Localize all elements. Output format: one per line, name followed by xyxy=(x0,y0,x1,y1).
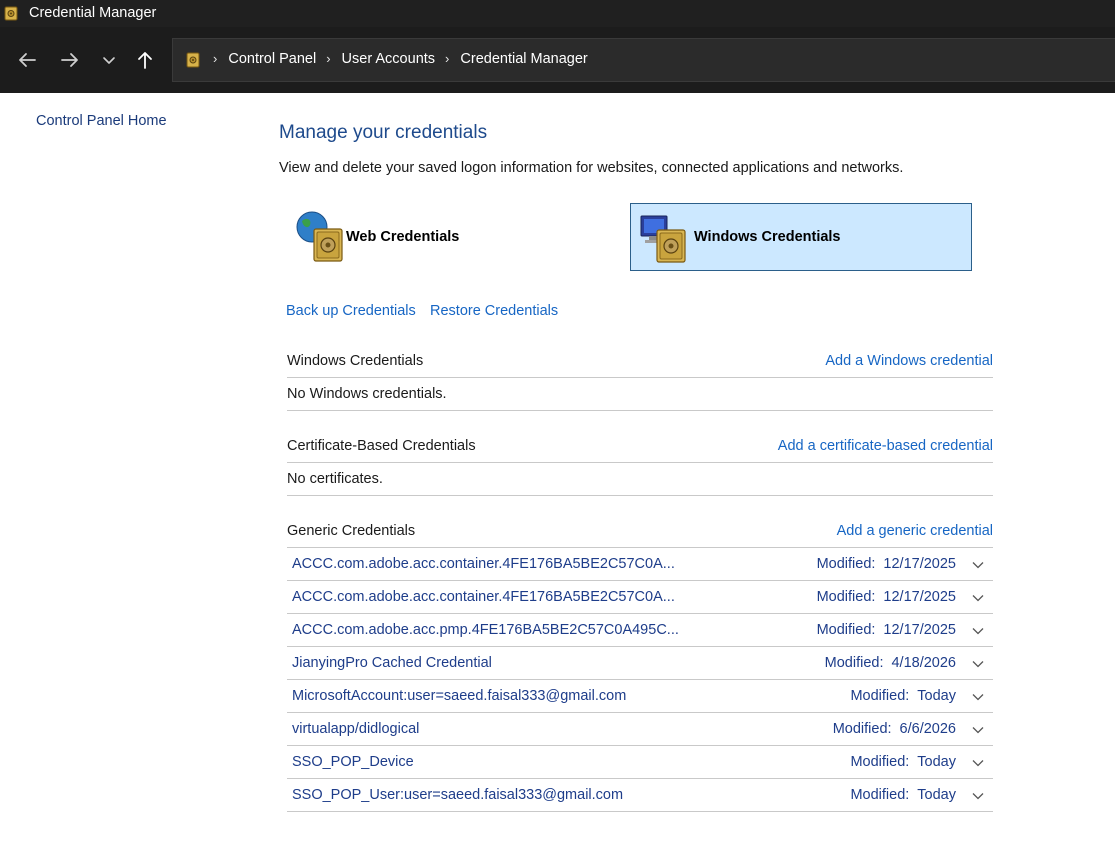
credential-name: ACCC.com.adobe.acc.container.4FE176BA5BE… xyxy=(292,556,675,572)
arrow-up-icon xyxy=(138,52,152,69)
divider xyxy=(287,462,993,463)
chevron-right-icon[interactable]: › xyxy=(445,51,449,66)
divider xyxy=(287,377,993,378)
modified-date: 12/17/2025 xyxy=(883,622,956,638)
credential-modified: Modified: 6/6/2026 xyxy=(833,721,956,737)
credential-row[interactable]: ACCC.com.adobe.acc.pmp.4FE176BA5BE2C57C0… xyxy=(287,614,993,647)
modified-label: Modified: xyxy=(816,556,876,572)
chevron-right-icon[interactable]: › xyxy=(213,51,217,66)
credential-name: ACCC.com.adobe.acc.container.4FE176BA5BE… xyxy=(292,589,675,605)
credential-name: virtualapp/didlogical xyxy=(292,721,420,737)
modified-date: 6/6/2026 xyxy=(899,721,956,737)
chevron-down-icon[interactable] xyxy=(971,756,985,770)
breadcrumb-credential-manager[interactable]: Credential Manager xyxy=(460,51,587,67)
modified-date: Today xyxy=(917,754,956,770)
credential-row[interactable]: SSO_POP_User:user=saeed.faisal333@gmail.… xyxy=(287,779,993,812)
tab-web-credentials[interactable]: Web Credentials xyxy=(288,203,628,269)
modified-date: Today xyxy=(917,688,956,704)
monitor-vault-icon xyxy=(640,215,686,263)
navigation-bar: › Control Panel › User Accounts › Credential … xyxy=(0,27,1115,93)
certificate-credentials-section-header: Certificate-Based Credentials Add a cert… xyxy=(287,438,993,462)
back-up-credentials-link[interactable]: Back up Credentials xyxy=(286,303,416,319)
divider xyxy=(287,410,993,411)
chevron-down-icon xyxy=(103,57,115,64)
up-button[interactable] xyxy=(132,47,158,73)
modified-label: Modified: xyxy=(816,589,876,605)
divider xyxy=(287,495,993,496)
chevron-down-icon[interactable] xyxy=(971,624,985,638)
window-title: Credential Manager xyxy=(29,5,157,21)
windows-credentials-empty-text: No Windows credentials. xyxy=(287,386,447,402)
credential-modified: Modified: 4/18/2026 xyxy=(825,655,956,671)
chevron-down-icon[interactable] xyxy=(971,690,985,704)
modified-label: Modified: xyxy=(850,754,910,770)
section-heading: Windows Credentials xyxy=(287,353,424,369)
arrow-right-icon xyxy=(61,53,78,67)
address-bar[interactable]: › Control Panel › User Accounts › Credential … xyxy=(172,38,1115,82)
modified-date: 12/17/2025 xyxy=(883,589,956,605)
globe-vault-icon xyxy=(296,211,343,262)
credential-name: SSO_POP_Device xyxy=(292,754,414,770)
page-title: Manage your credentials xyxy=(279,122,488,143)
chevron-down-icon[interactable] xyxy=(971,558,985,572)
credential-modified: Modified: 12/17/2025 xyxy=(817,622,956,638)
breadcrumb-control-panel[interactable]: Control Panel xyxy=(228,51,316,67)
section-heading: Certificate-Based Credentials xyxy=(287,438,476,454)
credential-name: MicrosoftAccount:user=saeed.faisal333@gm… xyxy=(292,688,627,704)
add-certificate-credential-link[interactable]: Add a certificate-based credential xyxy=(778,438,993,454)
chevron-down-icon[interactable] xyxy=(971,591,985,605)
title-bar: Credential Manager xyxy=(0,0,1115,27)
credential-row[interactable]: virtualapp/didlogical Modified: 6/6/2026 xyxy=(287,713,993,746)
credential-manager-icon xyxy=(4,6,18,21)
credential-name: JianyingPro Cached Credential xyxy=(292,655,492,671)
section-heading: Generic Credentials xyxy=(287,523,416,539)
windows-credentials-section-header: Windows Credentials Add a Windows creden… xyxy=(287,353,993,377)
control-panel-home-link[interactable]: Control Panel Home xyxy=(36,113,167,129)
credential-modified: Modified: Today xyxy=(850,787,956,803)
credential-row[interactable]: JianyingPro Cached Credential Modified: 4… xyxy=(287,647,993,680)
credential-modified: Modified: 12/17/2025 xyxy=(817,556,956,572)
breadcrumb-user-accounts[interactable]: User Accounts xyxy=(342,51,436,67)
page-description: View and delete your saved logon informa… xyxy=(279,160,904,176)
generic-credentials-section-header: Generic Credentials Add a generic creden… xyxy=(287,523,993,547)
credential-row[interactable]: SSO_POP_Device Modified: Today xyxy=(287,746,993,779)
add-windows-credential-link[interactable]: Add a Windows credential xyxy=(825,353,993,369)
credential-name: SSO_POP_User:user=saeed.faisal333@gmail.… xyxy=(292,787,624,803)
credential-row[interactable]: ACCC.com.adobe.acc.container.4FE176BA5BE… xyxy=(287,581,993,614)
breadcrumb: › Control Panel › User Accounts › Credential … xyxy=(213,51,598,67)
arrow-left-icon xyxy=(19,53,36,67)
restore-credentials-link[interactable]: Restore Credentials xyxy=(430,303,558,319)
recent-locations-button[interactable] xyxy=(96,47,122,73)
tab-label: Windows Credentials xyxy=(694,229,841,245)
credential-modified: Modified: Today xyxy=(850,754,956,770)
tab-label: Web Credentials xyxy=(346,229,460,245)
modified-label: Modified: xyxy=(816,622,876,638)
forward-button[interactable] xyxy=(57,47,83,73)
credential-modified: Modified: Today xyxy=(850,688,956,704)
modified-date: 4/18/2026 xyxy=(891,655,956,671)
modified-label: Modified: xyxy=(824,655,884,671)
credential-name: ACCC.com.adobe.acc.pmp.4FE176BA5BE2C57C0… xyxy=(292,622,679,638)
add-generic-credential-link[interactable]: Add a generic credential xyxy=(837,523,993,539)
modified-label: Modified: xyxy=(850,787,910,803)
credential-row[interactable]: ACCC.com.adobe.acc.container.4FE176BA5BE… xyxy=(287,548,993,581)
chevron-down-icon[interactable] xyxy=(971,723,985,737)
chevron-down-icon[interactable] xyxy=(971,657,985,671)
credential-row[interactable]: MicrosoftAccount:user=saeed.faisal333@gm… xyxy=(287,680,993,713)
tab-windows-credentials[interactable]: Windows Credentials xyxy=(630,203,972,271)
certificates-empty-text: No certificates. xyxy=(287,471,383,487)
credential-manager-icon xyxy=(186,52,200,68)
back-button[interactable] xyxy=(14,47,40,73)
modified-label: Modified: xyxy=(850,688,910,704)
credential-modified: Modified: 12/17/2025 xyxy=(817,589,956,605)
modified-date: Today xyxy=(917,787,956,803)
chevron-down-icon[interactable] xyxy=(971,789,985,803)
chevron-right-icon[interactable]: › xyxy=(326,51,330,66)
modified-date: 12/17/2025 xyxy=(883,556,956,572)
modified-label: Modified: xyxy=(832,721,892,737)
